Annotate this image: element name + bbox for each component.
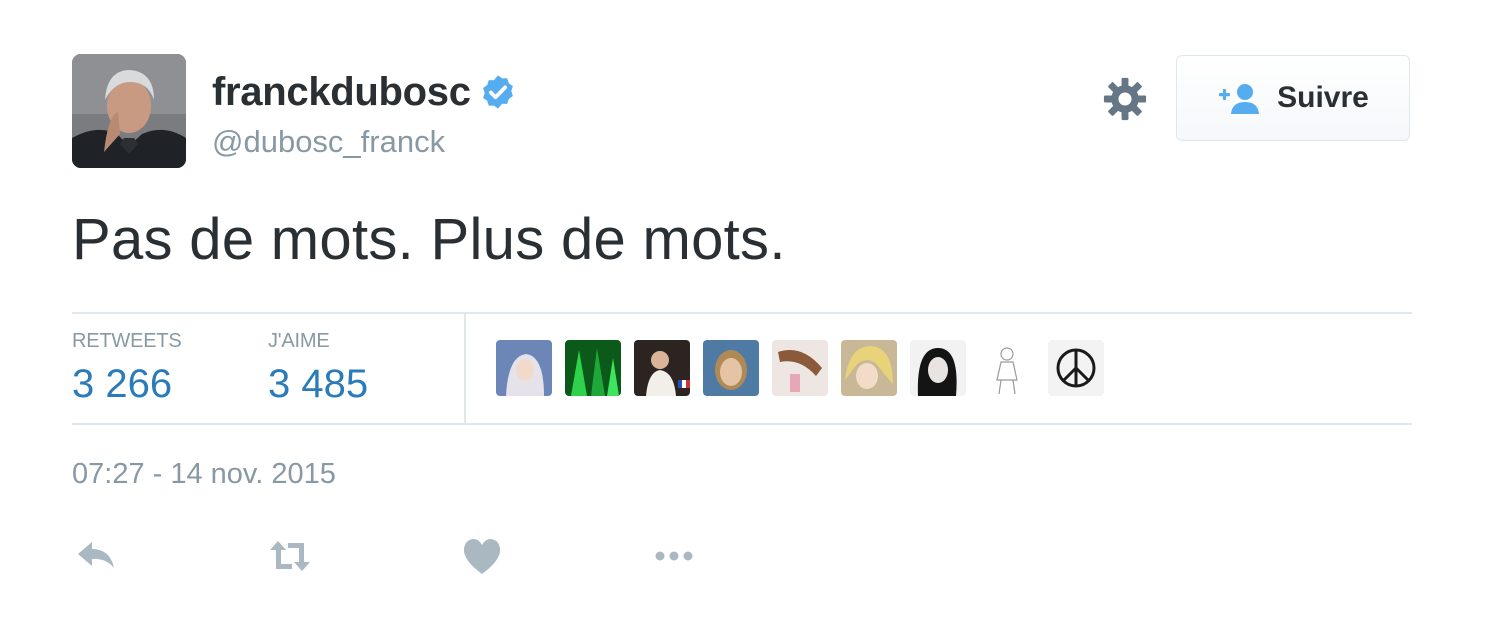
tweet-text: Pas de mots. Plus de mots.	[72, 207, 786, 272]
follow-button[interactable]: Suivre	[1176, 55, 1410, 141]
like-heart-icon[interactable]	[460, 536, 504, 576]
author-display-name[interactable]: franckdubosc	[212, 70, 471, 115]
liker-avatar[interactable]	[565, 340, 621, 396]
likes-label[interactable]: J'AIME	[268, 330, 330, 353]
liker-avatar[interactable]	[634, 340, 690, 396]
liker-avatar[interactable]	[910, 340, 966, 396]
reply-icon[interactable]	[74, 536, 118, 576]
verified-badge-icon	[482, 75, 513, 109]
likers-avatar-list	[496, 340, 1117, 396]
peace-symbol-avatar[interactable]	[1048, 340, 1104, 396]
liker-avatar[interactable]	[703, 340, 759, 396]
add-user-icon	[1219, 84, 1260, 114]
liker-avatar[interactable]	[496, 340, 552, 396]
stats-vertical-divider	[464, 313, 466, 423]
author-avatar[interactable]	[72, 54, 186, 168]
liker-avatar[interactable]	[841, 340, 897, 396]
liker-avatar[interactable]	[979, 340, 1035, 396]
tweet-timestamp[interactable]: 07:27 - 14 nov. 2015	[72, 458, 336, 491]
retweet-icon[interactable]	[268, 536, 312, 576]
more-options-icon[interactable]	[652, 536, 696, 576]
gear-icon[interactable]	[1102, 76, 1148, 122]
retweets-count[interactable]: 3 266	[72, 362, 172, 407]
author-name-row[interactable]: franckdubosc	[212, 66, 517, 118]
likes-count[interactable]: 3 485	[268, 362, 368, 407]
stats-bottom-divider	[72, 423, 1412, 425]
follow-label: Suivre	[1277, 81, 1369, 114]
retweets-label[interactable]: RETWEETS	[72, 330, 182, 353]
liker-avatar[interactable]	[772, 340, 828, 396]
stats-top-divider	[72, 312, 1412, 314]
author-handle[interactable]: @dubosc_franck	[212, 124, 445, 160]
